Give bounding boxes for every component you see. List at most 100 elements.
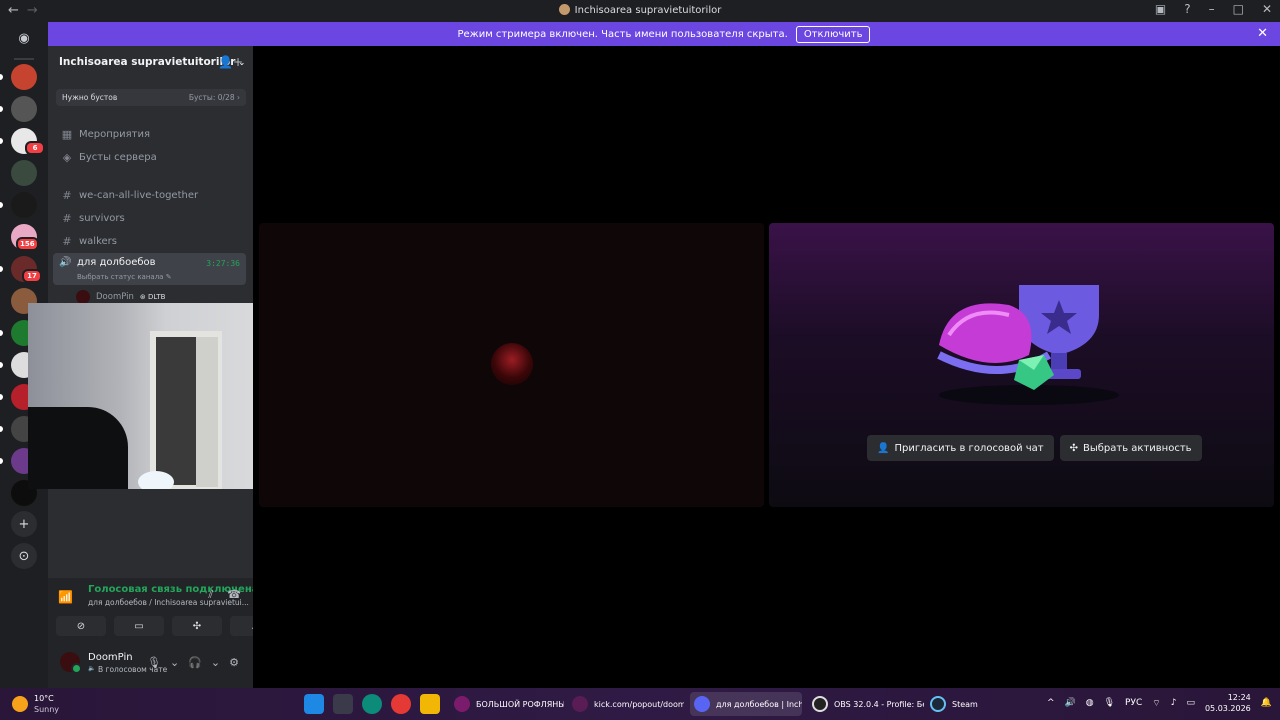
server-icon[interactable] (11, 64, 37, 90)
help-icon[interactable]: ? (1184, 2, 1190, 16)
voice-call-area: 👤 Пригласить в голосовой чат ✣ Выбрать акт… (253, 46, 1280, 688)
discord-icon (694, 696, 710, 712)
chevron-up-icon[interactable]: ^ (1047, 698, 1055, 708)
avatar (76, 290, 90, 304)
inbox-icon[interactable]: ▣ (1155, 2, 1166, 16)
disconnect-icon[interactable]: ☎ (227, 588, 241, 602)
signal-icon[interactable]: 📶 (58, 590, 73, 604)
server-icon[interactable] (11, 160, 37, 186)
app-icon (454, 696, 470, 712)
microphone-icon[interactable]: 🎙 (1104, 698, 1115, 708)
volume-icon[interactable]: 🔊 (1065, 698, 1076, 708)
server-icon[interactable] (11, 192, 37, 218)
noise-suppression-icon[interactable]: ⫽ (208, 588, 213, 602)
voice-user[interactable]: DoomPin ⊛ DLTB (76, 290, 165, 304)
rail-separator (14, 58, 34, 60)
notifications-icon[interactable]: 🔔 (1261, 698, 1272, 708)
taskbar-app[interactable]: kick.com/popout/doom (572, 692, 684, 716)
maximize-icon[interactable]: □ (1233, 2, 1244, 16)
channel-label: survivors (79, 212, 125, 224)
windows-start-icon[interactable] (304, 694, 324, 714)
taskbar-app[interactable]: Steam (930, 692, 990, 716)
headphones-icon[interactable]: 🎧 (188, 656, 202, 669)
wifi-icon[interactable]: ⌔ (1152, 698, 1160, 709)
discord-home-icon[interactable]: ◉ (11, 27, 37, 49)
chevron-down-icon[interactable]: ⌄ (170, 656, 179, 669)
minimize-icon[interactable]: – (1209, 2, 1215, 16)
unread-pill (0, 426, 3, 432)
microphone-icon[interactable]: 🎙 (147, 656, 161, 669)
camera-off-button[interactable]: ⊘ (56, 616, 106, 636)
sidebar-item-events[interactable]: ▦ Мероприятия (56, 124, 246, 144)
activities-icon: ✣ (192, 620, 202, 632)
channel-status-link[interactable]: Выбрать статус канала ✎ (77, 273, 172, 281)
server-icon (558, 4, 570, 15)
unread-pill (0, 138, 3, 144)
taskbar-app-label: OBS 32.0.4 - Profile: Без (834, 699, 924, 709)
channel-label: we-can-all-live-together (79, 189, 199, 201)
unread-pill (0, 362, 3, 368)
server-icon[interactable] (11, 96, 37, 122)
activities-icon: ✣ (1069, 442, 1078, 454)
activity-tile: 👤 Пригласить в голосовой чат ✣ Выбрать акт… (769, 223, 1274, 507)
channel-survivors[interactable]: # survivors (56, 208, 246, 228)
search-icon[interactable] (333, 694, 353, 714)
clock[interactable]: 12:24 05.03.2026 (1205, 692, 1251, 714)
network-icon[interactable]: ◍ (1086, 698, 1094, 708)
taskbar-app[interactable]: OBS 32.0.4 - Profile: Без (812, 692, 924, 716)
mention-badge: 17 (22, 269, 42, 283)
voice-action-row: ⊘ ▭ ✣ ♫ (56, 616, 280, 636)
boost-label: Нужно бустов (62, 93, 118, 102)
language-indicator[interactable]: РУС (1125, 698, 1142, 708)
choose-activity-button[interactable]: ✣ Выбрать активность (1059, 435, 1202, 461)
participant-tile[interactable] (259, 223, 764, 507)
explore-servers-icon[interactable]: ⊙ (11, 543, 37, 569)
trophy-illustration-icon (937, 285, 1119, 405)
activities-button[interactable]: ✣ (172, 616, 222, 636)
sidebar-item-boosts[interactable]: ◈ Бусты сервера (56, 147, 246, 167)
disable-streamer-button[interactable]: Отключить (795, 25, 871, 43)
boost-progress-bar[interactable]: Нужно бустов Бусты: 0/28 › (56, 89, 246, 106)
close-banner-icon[interactable]: ✕ (1257, 26, 1268, 41)
activity-actions: 👤 Пригласить в голосовой чат ✣ Выбрать акт… (867, 435, 1202, 461)
unread-pill (0, 394, 3, 400)
clan-tag: ⊛ DLTB (139, 293, 166, 301)
chevron-down-icon[interactable]: ⌄ (211, 656, 220, 669)
username: DoomPin (88, 652, 133, 663)
taskbar-app-active[interactable]: для долбоебов | Inchis (690, 692, 802, 716)
add-user-icon: 👤 (877, 442, 890, 454)
sidebar-item-label: Мероприятия (79, 128, 150, 140)
choose-activity-label: Выбрать активность (1083, 442, 1192, 454)
close-window-icon[interactable]: ✕ (1262, 2, 1272, 16)
camera-off-icon: ⊘ (76, 620, 86, 632)
invite-to-voice-button[interactable]: 👤 Пригласить в голосовой чат (867, 435, 1054, 461)
avatar (491, 343, 533, 385)
unread-pill (0, 330, 3, 336)
file-explorer-icon[interactable] (420, 694, 440, 714)
settings-gear-icon[interactable]: ⚙ (229, 656, 239, 669)
channel-label: walkers (79, 235, 117, 247)
channel-walkers[interactable]: # walkers (56, 231, 246, 251)
avatar (60, 652, 82, 674)
weather-desc: Sunny (34, 705, 60, 714)
voice-controls: ⫽ ☎ (208, 588, 241, 602)
screen-share-button[interactable]: ▭ (114, 616, 164, 636)
battery-icon[interactable]: ▭ (1186, 698, 1195, 708)
edge-browser-icon[interactable] (362, 694, 382, 714)
unread-pill (0, 106, 3, 112)
speaker-icon[interactable]: ♪ (1171, 698, 1177, 708)
chrome-browser-icon[interactable] (391, 694, 411, 714)
obs-icon (812, 696, 828, 712)
taskbar-app-label: БОЛЬШОЙ РОФЛЯНЫЙ (476, 699, 564, 709)
taskbar-app[interactable]: БОЛЬШОЙ РОФЛЯНЫЙ (454, 692, 564, 716)
weather-temp: 10°C (34, 694, 54, 703)
add-server-icon[interactable]: + (11, 511, 37, 537)
server-name: Inchisoarea supravietuitorilor (59, 56, 236, 68)
invite-people-icon[interactable]: 👤+ (218, 55, 243, 69)
channel-we-can-all-live-together[interactable]: # we-can-all-live-together (56, 185, 246, 205)
voice-channel-active[interactable]: 🔊 для долбоебов 3:27:36 Выбрать статус к… (53, 253, 246, 285)
hash-icon: # (62, 211, 72, 225)
window-title: Inchisoarea supravietuitorilor (0, 4, 1280, 16)
mention-badge: 156 (16, 237, 39, 251)
calendar-icon: ▦ (61, 127, 73, 141)
